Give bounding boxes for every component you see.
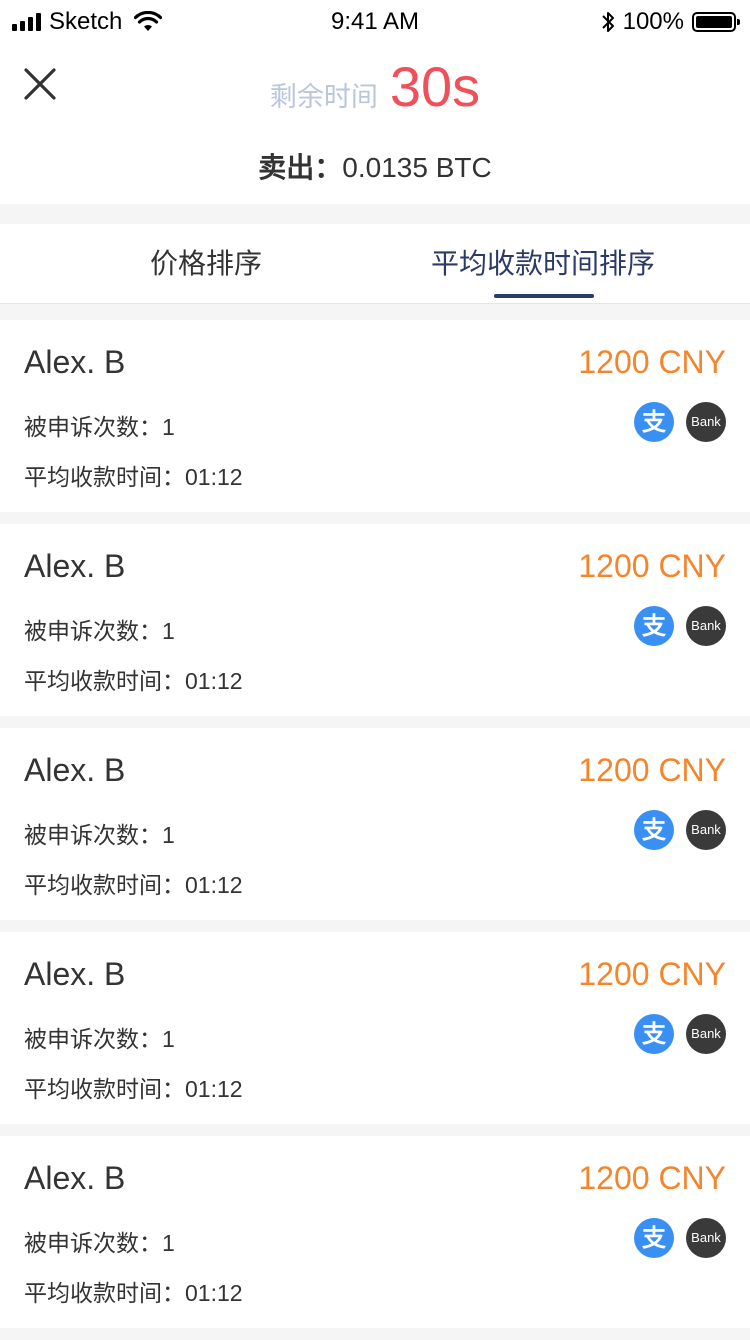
offer-price: 1200 CNY [578, 956, 726, 992]
complaint-count: 被申诉次数：1 [24, 1230, 175, 1256]
timer-value: 30s [389, 55, 481, 118]
complaint-count: 被申诉次数：1 [24, 1026, 175, 1052]
avg-payment-time: 平均收款时间：01:12 [24, 1076, 243, 1102]
alipay-icon: 支 [634, 606, 674, 646]
bank-icon: Bank [686, 402, 726, 442]
complaint-count: 被申诉次数：1 [24, 414, 175, 440]
seller-name: Alex. B [24, 752, 126, 788]
battery-level [696, 16, 732, 28]
tab-avg-time-sort[interactable]: 平均收款时间排序 [412, 224, 674, 303]
payment-methods: 支 Bank [634, 810, 726, 850]
avg-payment-time: 平均收款时间：01:12 [24, 668, 243, 694]
offer-price: 1200 CNY [578, 752, 726, 788]
offer-card[interactable]: Alex. B 1200 CNY 被申诉次数：1 平均收款时间：01:12 支 … [0, 524, 750, 716]
alipay-icon: 支 [634, 1014, 674, 1054]
seller-name: Alex. B [24, 548, 126, 584]
offer-card[interactable]: Alex. B 1200 CNY 被申诉次数：1 平均收款时间：01:12 支 … [0, 320, 750, 512]
alipay-icon: 支 [634, 810, 674, 850]
countdown: 剩余时间 30s [0, 54, 750, 119]
bank-icon: Bank [686, 810, 726, 850]
offer-price: 1200 CNY [578, 548, 726, 584]
alipay-icon: 支 [634, 1218, 674, 1258]
payment-methods: 支 Bank [634, 1014, 726, 1054]
bank-icon: Bank [686, 606, 726, 646]
alipay-icon: 支 [634, 402, 674, 442]
offer-price: 1200 CNY [578, 344, 726, 380]
bank-icon: Bank [686, 1218, 726, 1258]
avg-payment-time: 平均收款时间：01:12 [24, 464, 243, 490]
payment-methods: 支 Bank [634, 606, 726, 646]
offer-price: 1200 CNY [578, 1160, 726, 1196]
avg-payment-time: 平均收款时间：01:12 [24, 872, 243, 898]
payment-methods: 支 Bank [634, 1218, 726, 1258]
status-bar: Sketch 9:41 AM 100% [0, 0, 750, 44]
bluetooth-icon [601, 10, 615, 34]
complaint-count: 被申诉次数：1 [24, 822, 175, 848]
payment-methods: 支 Bank [634, 402, 726, 442]
order-header: 剩余时间 30s 卖出：0.0135 BTC [0, 44, 750, 204]
seller-name: Alex. B [24, 956, 126, 992]
offer-card[interactable]: Alex. B 1200 CNY 被申诉次数：1 平均收款时间：01:12 支 … [0, 728, 750, 920]
seller-name: Alex. B [24, 344, 126, 380]
status-right: 100% [601, 8, 740, 36]
active-tab-indicator [494, 294, 594, 298]
tab-price-sort[interactable]: 价格排序 [0, 224, 412, 303]
offer-list: Alex. B 1200 CNY 被申诉次数：1 平均收款时间：01:12 支 … [0, 320, 750, 1340]
sell-label: 卖出： [258, 152, 343, 183]
offer-card[interactable]: Alex. B 1200 CNY 被申诉次数：1 平均收款时间：01:12 支 … [0, 1136, 750, 1328]
battery-icon [692, 12, 740, 32]
sort-tabs: 价格排序 平均收款时间排序 [0, 224, 750, 304]
offer-card[interactable]: Alex. B 1200 CNY 被申诉次数：1 平均收款时间：01:12 支 … [0, 932, 750, 1124]
avg-payment-time: 平均收款时间：01:12 [24, 1280, 243, 1306]
sell-amount: 0.0135 BTC [342, 152, 492, 183]
complaint-count: 被申诉次数：1 [24, 618, 175, 644]
sell-summary: 卖出：0.0135 BTC [0, 146, 750, 186]
seller-name: Alex. B [24, 1160, 126, 1196]
battery-percent: 100% [622, 8, 684, 35]
timer-label: 剩余时间 [269, 82, 378, 112]
bank-icon: Bank [686, 1014, 726, 1054]
